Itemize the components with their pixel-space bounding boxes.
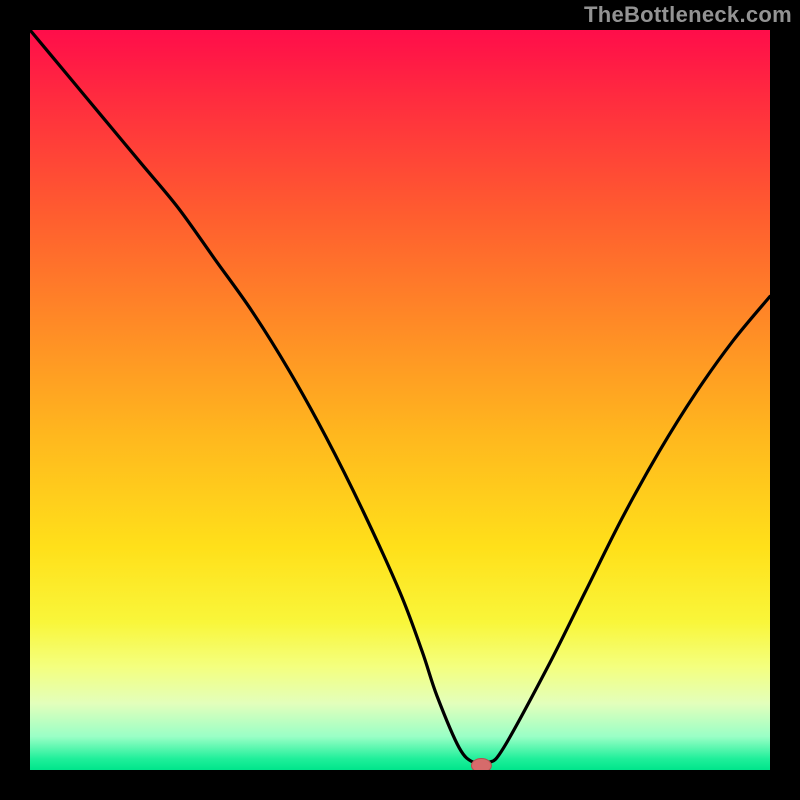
watermark-text: TheBottleneck.com: [584, 2, 792, 28]
plot-area: [30, 30, 770, 770]
gradient-background: [30, 30, 770, 770]
bottleneck-chart: [30, 30, 770, 770]
optimum-marker: [471, 759, 491, 770]
chart-frame: TheBottleneck.com: [0, 0, 800, 800]
